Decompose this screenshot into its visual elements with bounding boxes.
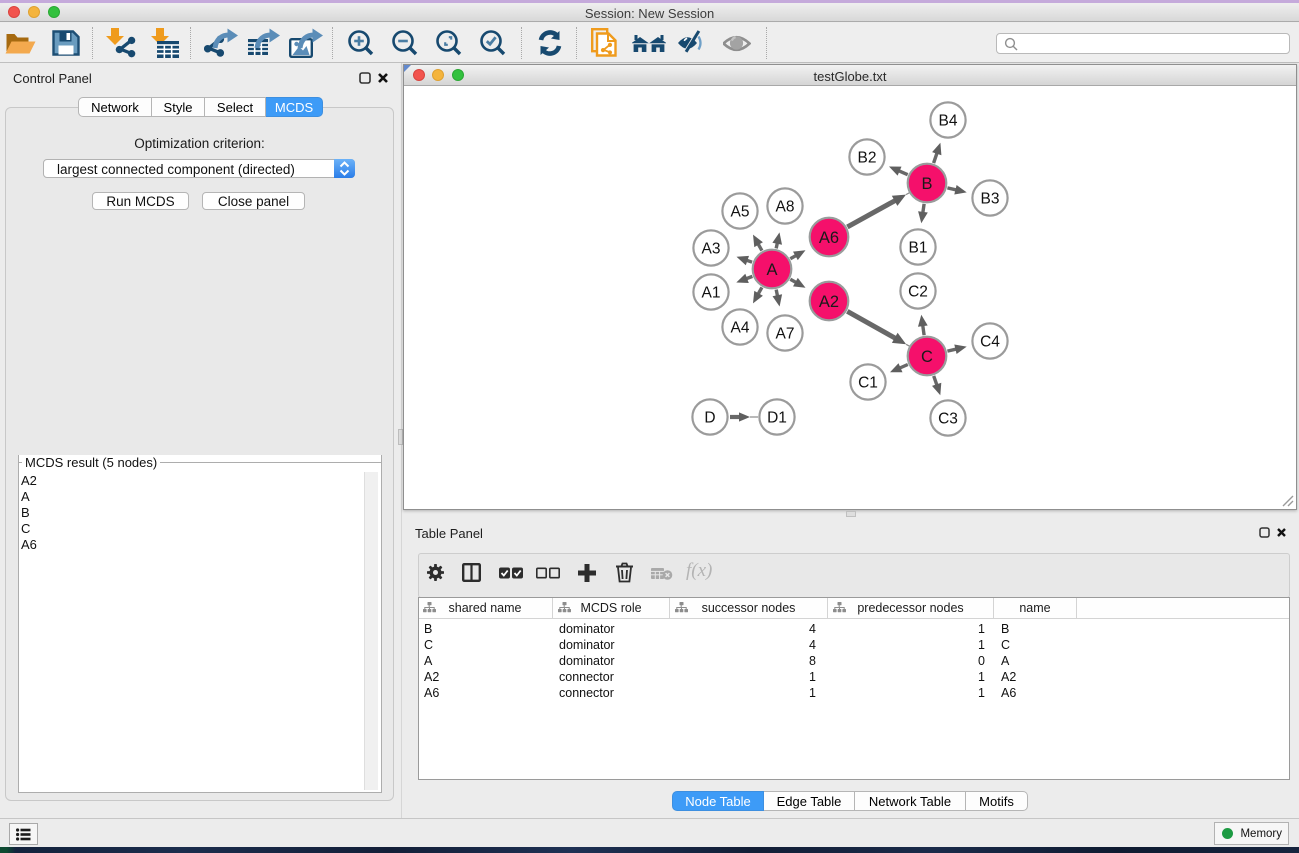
svg-text:A7: A7 xyxy=(776,326,795,343)
svg-text:C4: C4 xyxy=(980,334,1000,351)
svg-text:B: B xyxy=(921,175,932,193)
svg-text:A4: A4 xyxy=(731,320,750,337)
svg-text:C: C xyxy=(921,348,933,366)
svg-text:C3: C3 xyxy=(938,411,958,428)
svg-text:A6: A6 xyxy=(819,229,839,247)
svg-text:C2: C2 xyxy=(908,284,928,301)
svg-text:A3: A3 xyxy=(702,241,721,258)
svg-text:B2: B2 xyxy=(858,150,877,167)
svg-text:B3: B3 xyxy=(981,191,1000,208)
svg-text:C1: C1 xyxy=(858,375,878,392)
svg-text:A8: A8 xyxy=(776,199,795,216)
svg-text:B4: B4 xyxy=(939,113,958,130)
svg-text:A5: A5 xyxy=(731,204,750,221)
svg-text:D: D xyxy=(704,410,715,427)
svg-text:A2: A2 xyxy=(819,293,839,311)
svg-text:A: A xyxy=(766,261,777,279)
svg-text:A1: A1 xyxy=(702,285,721,302)
svg-text:D1: D1 xyxy=(767,410,787,427)
svg-text:B1: B1 xyxy=(909,240,928,257)
